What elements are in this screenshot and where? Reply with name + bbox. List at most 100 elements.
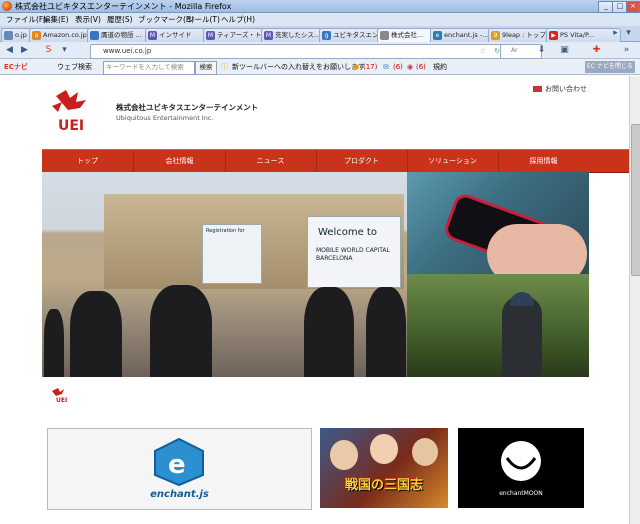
menu-overflow-icon[interactable]: » bbox=[620, 44, 633, 57]
person-shape bbox=[304, 287, 354, 377]
count-2[interactable]: (6) bbox=[393, 61, 403, 73]
nav-products[interactable]: プロダクト bbox=[316, 150, 408, 172]
tab-label: Amazon.co.jp bbox=[43, 31, 87, 39]
window-title: 株式会社ユビキタスエンターテインメント - Mozilla Firefox bbox=[15, 2, 232, 11]
enchant-moon-icon bbox=[501, 441, 541, 481]
small-logo-text: UEI bbox=[56, 397, 67, 403]
game-title: 戦国の三国志 bbox=[344, 478, 423, 493]
hero-image[interactable]: Registration for Welcome to MOBILE WORLD… bbox=[42, 172, 589, 377]
page-icon bbox=[4, 31, 13, 40]
uei-small-logo: UEI bbox=[52, 388, 67, 403]
nav-recruit[interactable]: 採用情報 bbox=[498, 150, 589, 172]
addon-s-icon[interactable]: S bbox=[42, 44, 55, 57]
rules-link[interactable]: 規約 bbox=[433, 61, 447, 73]
tab-label: インサイド bbox=[159, 31, 192, 39]
character-face-shape bbox=[412, 438, 438, 466]
ecnavi-close-button[interactable]: EC ナビを閉じる bbox=[585, 61, 635, 73]
hero-photo-smartphone bbox=[407, 172, 589, 274]
company-name: 株式会社ユビキタスエンターテインメント bbox=[116, 103, 259, 112]
menu-edit[interactable]: 編集(E) bbox=[43, 14, 69, 25]
nav-company[interactable]: 会社情報 bbox=[134, 150, 226, 172]
contact-link[interactable]: お問い合わせ bbox=[533, 84, 587, 94]
banner-welcome-text: Welcome to bbox=[318, 227, 377, 238]
person-shape bbox=[44, 309, 64, 377]
bookmark-star-icon[interactable]: ☆ bbox=[480, 45, 486, 57]
enchant-logo-icon: e bbox=[154, 437, 204, 487]
google-icon: g bbox=[322, 31, 331, 40]
mail-icon: M bbox=[148, 31, 157, 40]
keyword-placeholder: キーワードを入力して検索 bbox=[106, 63, 184, 71]
menu-tools[interactable]: ツール(T) bbox=[187, 14, 220, 25]
dropdown-icon[interactable]: ▾ bbox=[58, 44, 71, 57]
enchant-moon-label: enchantMOON bbox=[499, 490, 543, 497]
svg-text:e: e bbox=[168, 450, 186, 480]
menu-bookmarks[interactable]: ブックマーク(B) bbox=[138, 14, 194, 25]
welcome-banner: Welcome to MOBILE WORLD CAPITAL BARCELON… bbox=[307, 216, 401, 288]
url-text: www.uei.co.jp bbox=[103, 47, 152, 55]
youtube-icon: ▶ bbox=[549, 31, 558, 40]
tab-label: 9leap : トップ... bbox=[502, 31, 553, 39]
url-bar[interactable]: www.uei.co.jp ☆ ↻ bbox=[90, 44, 509, 59]
leap-icon: 9 bbox=[491, 31, 500, 40]
enchant-moon-card[interactable]: enchantMOON bbox=[458, 428, 584, 508]
banner-event-text: MOBILE WORLD CAPITAL BARCELONA bbox=[316, 247, 390, 262]
character-face-shape bbox=[330, 440, 358, 470]
banner-reg-text: Registration for bbox=[206, 228, 245, 234]
tab-bar: o.jp a Amazon.co.jp 贋道の物語 ... M インサイド M … bbox=[0, 26, 640, 43]
info-icon: ⓘ bbox=[221, 63, 228, 71]
amazon-icon: a bbox=[32, 31, 41, 40]
tab-label: 株式会社... bbox=[391, 31, 424, 39]
count-3[interactable]: (6) bbox=[416, 61, 426, 73]
tab-scroll-right-icon[interactable]: ▸ bbox=[609, 27, 622, 40]
enchant-js-label: enchant.js bbox=[150, 489, 209, 500]
bookmark-icon bbox=[90, 31, 99, 40]
search-button-label: 検索 bbox=[199, 63, 213, 71]
nav-solutions[interactable]: ソリューション bbox=[407, 150, 499, 172]
sengoku-game-card[interactable]: 戦国の三国志 bbox=[320, 428, 448, 508]
ecnavi-toolbar: ECナビ ウェブ検索 キーワードを入力して検索 検索 ⓘ 新ツールバーへの入れ替… bbox=[0, 59, 640, 75]
tab-label: 贋道の物語 ... bbox=[101, 31, 142, 39]
keyword-search-button[interactable]: 検索 bbox=[195, 61, 217, 75]
count-1[interactable]: (17) bbox=[363, 61, 377, 73]
mail-icon bbox=[533, 86, 542, 92]
tab-label: enchant.js -... bbox=[444, 31, 489, 39]
web-search-label[interactable]: ウェブ検索 bbox=[57, 61, 92, 73]
toolbar-notice[interactable]: 新ツールバーへの入れ替えをお願いします bbox=[232, 61, 365, 73]
close-window-button[interactable]: × bbox=[626, 1, 640, 13]
helmet-shape bbox=[510, 292, 534, 306]
menu-history[interactable]: 履歴(S) bbox=[107, 14, 133, 25]
global-nav: トップ 会社情報 ニュース プロダクト ソリューション 採用情報 bbox=[42, 149, 629, 173]
person-shape bbox=[366, 287, 406, 377]
save-icon[interactable]: ▣ bbox=[558, 44, 571, 57]
tab-label: o.jp bbox=[15, 31, 27, 39]
hand-shape bbox=[487, 224, 587, 274]
nav-top[interactable]: トップ bbox=[42, 150, 134, 172]
navigation-bar: ◀ ▶ S ▾ www.uei.co.jp ☆ ↻ Ar ⬇ ▣ ✚ » bbox=[0, 42, 640, 59]
back-icon[interactable]: ◀ bbox=[3, 44, 16, 57]
point-icon: ◉ bbox=[407, 63, 414, 71]
forward-icon[interactable]: ▶ bbox=[18, 44, 31, 57]
window-titlebar: 株式会社ユビキタスエンターテインメント - Mozilla Firefox _ … bbox=[0, 0, 640, 13]
nav-news[interactable]: ニュース bbox=[225, 150, 317, 172]
keyword-search-input[interactable]: キーワードを入力して検索 bbox=[103, 61, 195, 75]
menu-view[interactable]: 表示(V) bbox=[75, 14, 101, 25]
tab-label: 充実したシス... bbox=[275, 31, 321, 39]
download-icon[interactable]: ⬇ bbox=[535, 44, 548, 57]
contact-label: お問い合わせ bbox=[545, 85, 587, 93]
ecnavi-logo[interactable]: ECナビ bbox=[4, 61, 28, 73]
menu-file[interactable]: ファイル(F) bbox=[6, 14, 46, 25]
tab-label: PS Vita/P... bbox=[560, 31, 595, 39]
menu-bar: ファイル(F) 編集(E) 表示(V) 履歴(S) ブックマーク(B) ツール(… bbox=[0, 13, 640, 26]
all-tabs-icon[interactable]: ▾ bbox=[622, 27, 635, 40]
character-face-shape bbox=[370, 434, 398, 464]
coin-icon: ● bbox=[353, 63, 360, 71]
page-scrollbar[interactable] bbox=[629, 76, 640, 524]
uei-logo[interactable]: UEI bbox=[48, 86, 98, 134]
page-icon bbox=[380, 31, 389, 40]
rider-shape bbox=[502, 296, 542, 377]
scrollbar-thumb[interactable] bbox=[631, 124, 640, 276]
menu-help[interactable]: ヘルプ(H) bbox=[221, 14, 255, 25]
addon-plus-icon[interactable]: ✚ bbox=[590, 44, 603, 57]
enchant-js-card[interactable]: e enchant.js bbox=[47, 428, 312, 510]
mail-icon: M bbox=[206, 31, 215, 40]
